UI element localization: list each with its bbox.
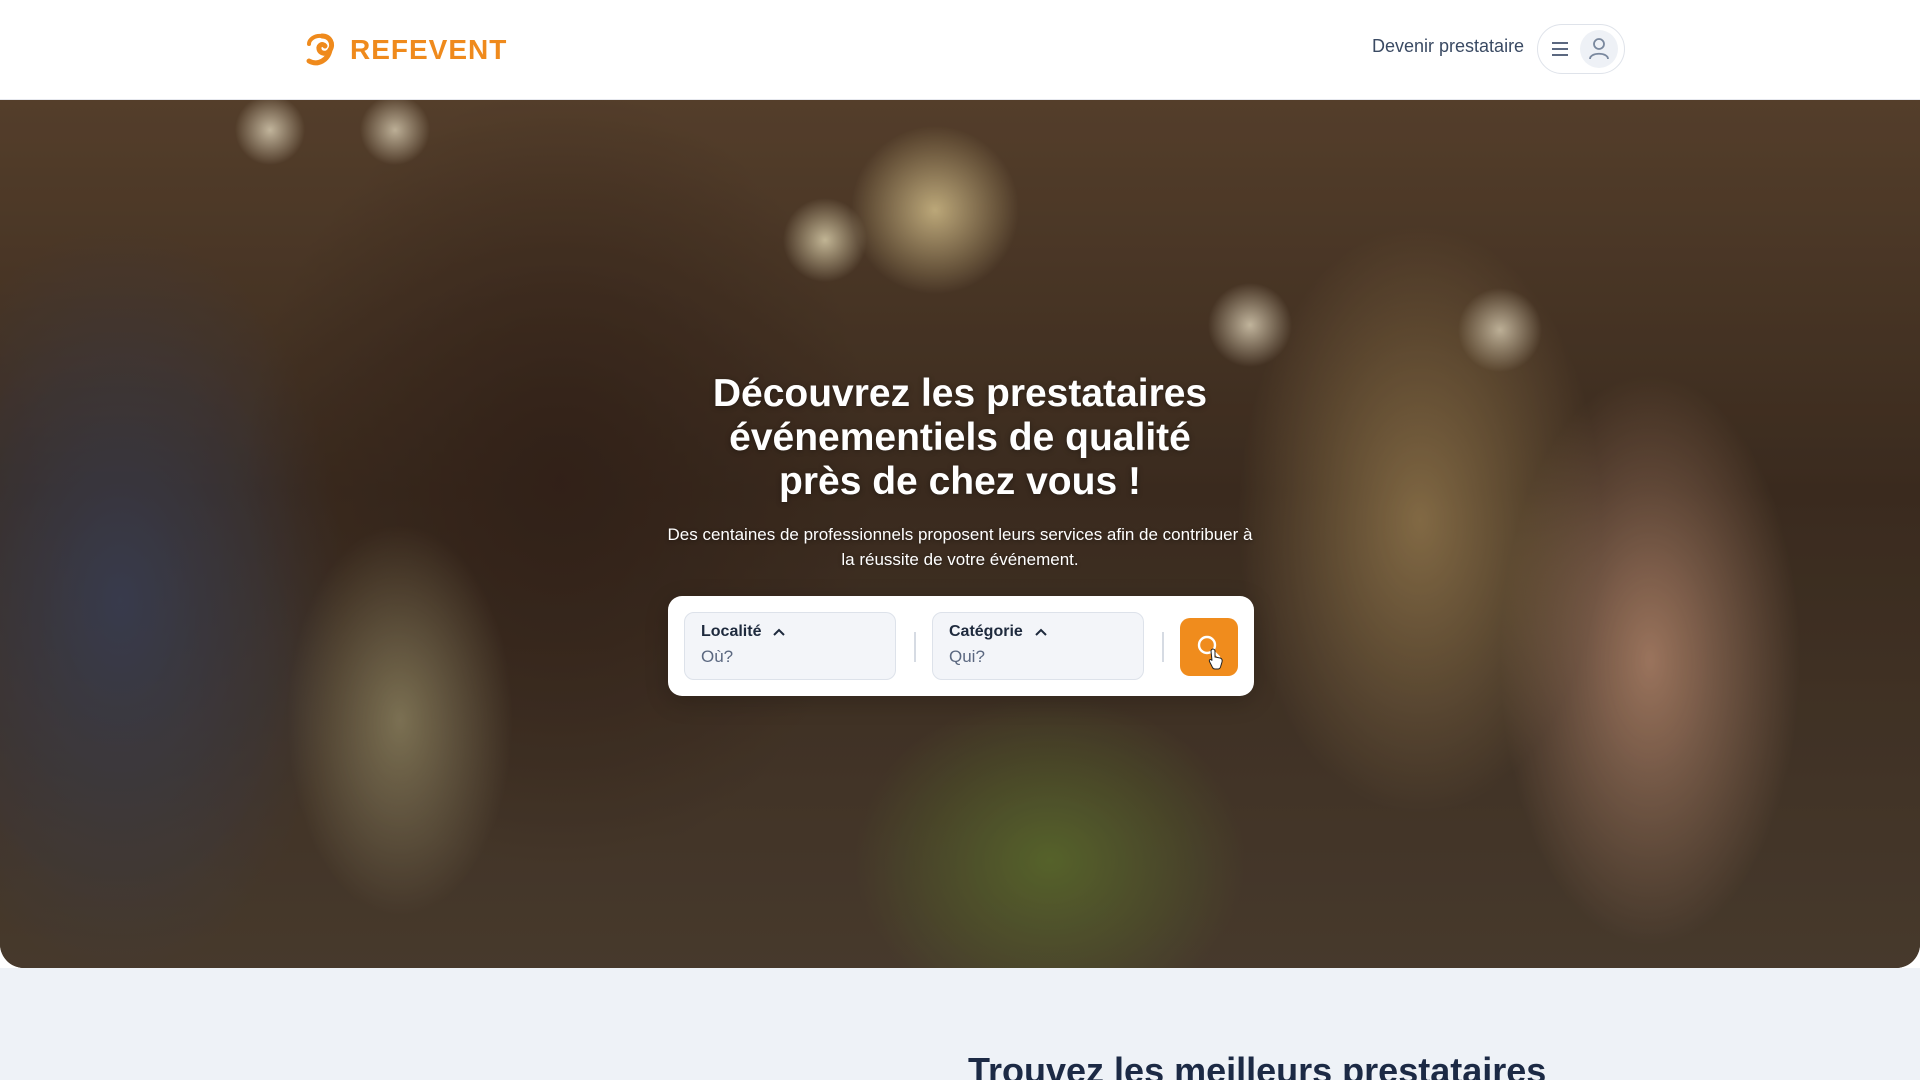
logo-text: REFEVENT	[350, 34, 508, 65]
hero-title-line: Découvrez les prestataires	[712, 372, 1208, 415]
search-bar: Localité Où? Catégorie Qui?	[668, 596, 1254, 696]
logo[interactable]: REFEVENT	[300, 28, 507, 72]
hero-title-line: près de chez vous !	[779, 460, 1141, 503]
refevent-logo-icon	[306, 33, 335, 66]
section-heading: Trouvez les meilleurs prestataires	[968, 1050, 1547, 1080]
chevron-up-icon	[1035, 628, 1047, 636]
category-label-row: Catégorie	[949, 623, 1127, 641]
hero-subtitle-line: la réussite de votre événement.	[841, 550, 1079, 569]
hero-title: Découvrez les prestataires événementiels…	[560, 372, 1360, 504]
become-provider-link[interactable]: Devenir prestataire	[1372, 36, 1524, 57]
pointer-cursor-icon	[1208, 648, 1223, 670]
hero-subtitle-line: Des centaines de professionnels proposen…	[667, 525, 1253, 544]
location-label: Localité	[701, 623, 762, 640]
site-header: REFEVENT Devenir prestataire	[0, 0, 1920, 100]
location-placeholder: Où?	[701, 647, 734, 666]
category-placeholder: Qui?	[949, 647, 985, 666]
user-menu-button[interactable]	[1537, 24, 1625, 74]
hamburger-icon	[1552, 42, 1568, 56]
hero-subtitle: Des centaines de professionnels proposen…	[640, 522, 1280, 572]
divider	[914, 632, 916, 662]
providers-section: Trouvez les meilleurs prestataires	[0, 968, 1920, 1080]
location-label-row: Localité	[701, 623, 879, 641]
hero-title-line: événementiels de qualité	[729, 416, 1191, 459]
category-label: Catégorie	[949, 623, 1023, 640]
divider	[1162, 632, 1164, 662]
chevron-up-icon	[773, 628, 786, 636]
avatar	[1580, 30, 1618, 68]
category-dropdown[interactable]: Catégorie Qui?	[932, 612, 1144, 680]
user-icon	[1589, 38, 1609, 60]
hero-section: Découvrez les prestataires événementiels…	[0, 100, 1920, 968]
location-dropdown[interactable]: Localité Où?	[684, 612, 896, 680]
